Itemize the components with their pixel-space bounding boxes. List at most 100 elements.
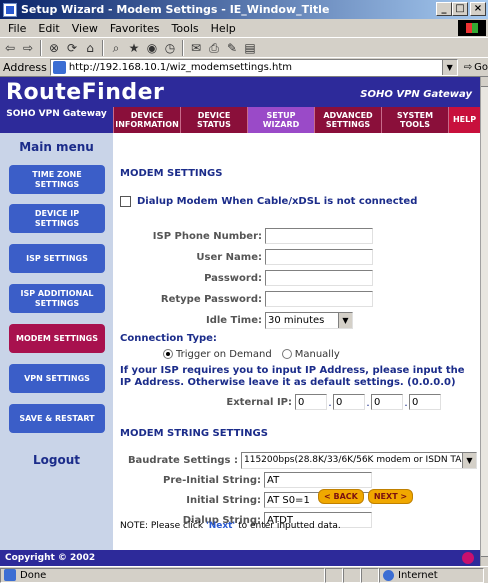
tab-system-tools[interactable]: SYSTEM TOOLS [381,107,448,133]
baudrate-label: Baudrate Settings : [127,454,238,466]
note-prefix: NOTE: Please click [120,521,206,531]
favorites-icon[interactable]: ★ [126,40,142,56]
external-ip-row: External IP: . . . [113,393,441,411]
media-icon[interactable]: ◉ [144,40,160,56]
window-controls: _ □ × [436,2,486,16]
sidebar-item-modem[interactable]: MODEM SETTINGS [9,324,105,353]
go-button[interactable]: ⇨ Go [464,62,488,73]
external-ip-octet-4[interactable] [409,394,441,410]
baudrate-select[interactable]: 115200bps(28.8K/33/6K/56K modem or ISDN … [241,451,477,469]
toolbar-separator [102,39,104,56]
external-ip-octet-1[interactable] [295,394,327,410]
username-row: User Name: [113,248,373,266]
menu-file[interactable]: File [2,22,32,35]
menu-tools[interactable]: Tools [166,22,205,35]
minimize-button[interactable]: _ [436,2,452,16]
ip-instructions: If your ISP requires you to input IP Add… [120,365,465,388]
address-label: Address [3,60,47,74]
next-button[interactable]: NEXT > [367,489,414,504]
manually-radio[interactable] [281,349,292,359]
connection-type-row: Trigger on Demand Manually [163,345,340,363]
discuss-icon[interactable]: ▤ [242,40,258,56]
idle-time-select[interactable]: 30 minutes ▼ [265,311,353,329]
status-text: Done [20,569,47,581]
scroll-down-icon[interactable] [481,556,488,566]
tab-device-status[interactable]: DEVICE STATUS [180,107,247,133]
print-icon[interactable]: ⎙ [206,40,222,56]
idle-time-row: Idle Time: 30 minutes ▼ [113,311,353,329]
note-suffix: to enter inputted data. [235,521,341,531]
vertical-scrollbar[interactable] [480,77,488,566]
chevron-down-icon: ▼ [338,312,352,328]
note-link: 'Next' [205,521,236,531]
refresh-icon[interactable]: ⟳ [64,40,80,56]
top-nav-tabs: DEVICE INFORMATION DEVICE STATUS SETUP W… [113,107,480,133]
init-label: Initial String: [186,494,261,506]
maximize-button[interactable]: □ [452,2,468,16]
back-button[interactable]: < BACK [318,489,364,504]
retype-password-label: Retype Password: [160,293,262,305]
isp-phone-input[interactable] [265,228,373,244]
phone-label: ISP Phone Number: [152,230,262,242]
password-input[interactable] [265,270,373,286]
page-viewport: RouteFinder SOHO VPN Gateway SOHO VPN Ga… [0,77,480,566]
preinit-row: Pre-Initial String: [113,471,372,489]
connection-type-label: Connection Type: [120,333,217,344]
menu-help[interactable]: Help [205,22,242,35]
username-label: User Name: [196,251,262,263]
external-ip-octet-2[interactable] [333,394,365,410]
sidebar-item-time-zone[interactable]: TIME ZONE SETTINGS [9,165,105,194]
phone-row: ISP Phone Number: [113,227,373,245]
preinit-string-input[interactable] [264,472,372,488]
logout-link[interactable]: Logout [0,453,113,467]
main-content: MODEM SETTINGS Dialup Modem When Cable/x… [113,133,480,550]
sidebar-item-vpn[interactable]: VPN SETTINGS [9,364,105,393]
trigger-on-demand-radio[interactable] [163,349,173,359]
window-titlebar: Setup Wizard - Modem Settings - IE_Windo… [0,0,488,19]
globe-icon [383,569,394,581]
dialup-checkbox[interactable] [120,195,131,207]
password-label: Password: [204,272,262,284]
sidebar-heading: Main menu [19,140,94,154]
scroll-up-icon[interactable] [481,77,488,87]
sidebar-item-isp-additional[interactable]: ISP ADDITIONAL SETTINGS [9,284,105,313]
search-icon[interactable]: ⌕ [108,40,124,56]
go-label: Go [474,61,488,73]
close-button[interactable]: × [470,2,486,16]
back-arrow-icon[interactable]: ⇦ [2,40,18,56]
username-input[interactable] [265,249,373,265]
dialup-label: Dialup Modem When Cable/xDSL is not conn… [137,195,418,207]
retype-password-input[interactable] [265,291,373,307]
chevron-down-icon: ▼ [462,452,476,468]
home-icon[interactable]: ⌂ [82,40,98,56]
menu-favorites[interactable]: Favorites [104,22,166,35]
toolbar-separator [40,39,42,56]
sidebar-item-isp[interactable]: ISP SETTINGS [9,244,105,273]
trigger-on-demand-label: Trigger on Demand [176,348,272,360]
external-ip-octet-3[interactable] [371,394,403,410]
forward-arrow-icon[interactable]: ⇨ [20,40,36,56]
edit-icon[interactable]: ✎ [224,40,240,56]
tab-setup-wizard[interactable]: SETUP WIZARD [247,107,314,133]
window-title: Setup Wizard - Modem Settings - IE_Windo… [21,3,330,16]
menu-view[interactable]: View [66,22,104,35]
tab-advanced-settings[interactable]: ADVANCED SETTINGS [314,107,381,133]
sidebar-item-device-ip[interactable]: DEVICE IP SETTINGS [9,204,105,233]
address-input[interactable]: http://192.168.10.1/wiz_modemsettings.ht… [49,58,458,76]
page-done-icon [4,569,16,581]
tab-help[interactable]: HELP [448,107,480,133]
external-ip-label: External IP: [226,396,292,408]
mail-icon[interactable]: ✉ [188,40,204,56]
wizard-nav-buttons: < BACK NEXT > [318,489,414,504]
menu-edit[interactable]: Edit [32,22,65,35]
stop-icon[interactable]: ⊗ [46,40,62,56]
sidebar-item-save-restart[interactable]: SAVE & RESTART [9,404,105,433]
address-url: http://192.168.10.1/wiz_modemsettings.ht… [68,61,292,73]
history-icon[interactable]: ◷ [162,40,178,56]
tab-device-information[interactable]: DEVICE INFORMATION [113,107,180,133]
status-zone: Internet [379,567,484,583]
zone-text: Internet [398,569,438,581]
preinit-label: Pre-Initial String: [163,474,261,486]
address-dropdown-icon[interactable]: ▼ [441,59,457,75]
status-dot-icon [462,552,474,564]
